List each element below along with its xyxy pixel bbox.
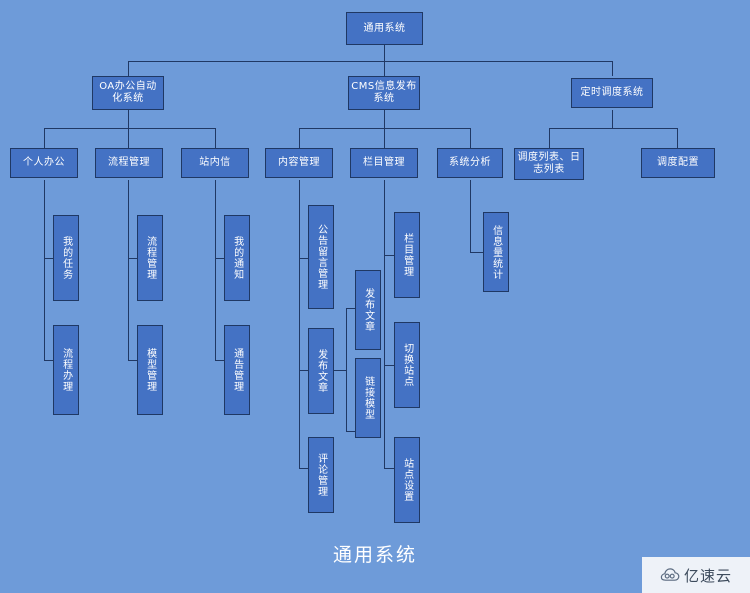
node-scheduler-system[interactable]: 定时调度系统 (571, 78, 653, 108)
connector-oa-msg-drop (215, 128, 216, 148)
connector-analysis-stat (470, 252, 484, 253)
node-system-analysis[interactable]: 系统分析 (437, 148, 503, 178)
connector-process-spine (128, 180, 129, 360)
node-site-settings[interactable]: 站点设置 (394, 437, 420, 523)
connector-column-manage (384, 255, 394, 256)
connector-oa-drop (128, 61, 129, 76)
org-chart-canvas: 通用系统 OA办公自动化系统 CMS信息发布系统 定时调度系统 个人办公 流程管… (0, 0, 750, 593)
connector-oa-process-drop (128, 128, 129, 148)
node-schedule-config[interactable]: 调度配置 (641, 148, 715, 178)
node-process-handling[interactable]: 流程办理 (53, 325, 79, 415)
connector-publish-spine (346, 308, 347, 431)
node-comment-management[interactable]: 评论管理 (308, 437, 334, 513)
node-column-manage-sub[interactable]: 栏目管理 (394, 212, 420, 298)
connector-sched-stem (612, 110, 613, 128)
node-flow-management[interactable]: 流程管理 (137, 215, 163, 301)
node-oa-system[interactable]: OA办公自动化系统 (92, 76, 164, 110)
connector-oa-stem (128, 110, 129, 128)
connector-sched-bus (549, 128, 677, 129)
connector-column-spine (384, 180, 385, 468)
node-personal-office[interactable]: 个人办公 (10, 148, 78, 178)
node-schedule-list[interactable]: 调度列表、日志列表 (514, 148, 584, 180)
node-link-model[interactable]: 链接模型 (355, 358, 381, 438)
connector-column-switch (384, 365, 394, 366)
node-content-management[interactable]: 内容管理 (265, 148, 333, 178)
node-switch-site[interactable]: 切换站点 (394, 322, 420, 408)
connector-cms-analysis-drop (470, 128, 471, 148)
connector-msg-spine (215, 180, 216, 360)
connector-oa-bus (44, 128, 215, 129)
watermark: 亿速云 (642, 557, 750, 593)
connector-publish-link (346, 431, 355, 432)
watermark-text: 亿速云 (683, 566, 732, 585)
connector-cms-column-drop (384, 128, 385, 148)
node-column-management[interactable]: 栏目管理 (350, 148, 418, 178)
cloud-icon (660, 568, 680, 582)
node-information-statistics[interactable]: 信息量统计 (483, 212, 509, 292)
connector-oa-personal-drop (44, 128, 45, 148)
connector-root-stem (384, 45, 385, 61)
node-my-notifications[interactable]: 我的通知 (224, 215, 250, 301)
connector-analysis-spine (470, 180, 471, 252)
connector-column-setting (384, 468, 394, 469)
node-root[interactable]: 通用系统 (346, 12, 423, 45)
connector-publish-article (346, 308, 355, 309)
node-board-message-management[interactable]: 公告留言管理 (308, 205, 334, 309)
node-publish-article[interactable]: 发布文章 (308, 328, 334, 414)
connector-cms-drop (384, 61, 385, 76)
node-model-management[interactable]: 模型管理 (137, 325, 163, 415)
connector-cms-content-drop (299, 128, 300, 148)
node-my-tasks[interactable]: 我的任务 (53, 215, 79, 301)
node-process-management[interactable]: 流程管理 (95, 148, 163, 178)
connector-personal-spine (44, 180, 45, 360)
node-internal-message[interactable]: 站内信 (181, 148, 249, 178)
connector-content-spine (299, 180, 300, 468)
node-publish-article-sub[interactable]: 发布文章 (355, 270, 381, 350)
connector-sched-list-drop (549, 128, 550, 148)
connector-sched-drop (612, 61, 613, 76)
diagram-caption: 通用系统 (332, 544, 417, 566)
connector-publish-stem (333, 370, 346, 371)
connector-cms-stem (384, 110, 385, 128)
node-cms-system[interactable]: CMS信息发布系统 (348, 76, 420, 110)
connector-level2-bus (128, 61, 613, 62)
node-announcement-management[interactable]: 通告管理 (224, 325, 250, 415)
connector-sched-config-drop (677, 128, 678, 148)
